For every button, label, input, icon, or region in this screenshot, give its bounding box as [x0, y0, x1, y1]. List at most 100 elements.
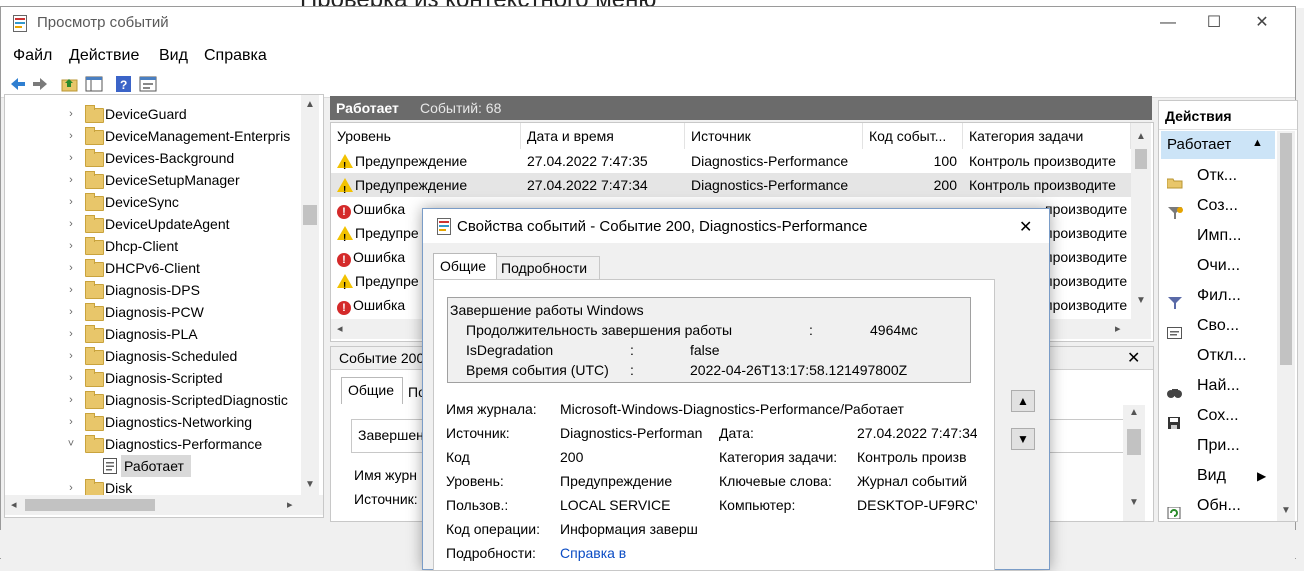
back-arrow-icon[interactable]	[9, 75, 27, 93]
log-name-value[interactable]: Microsoft-Windows-Diagnostics-Performanc…	[560, 401, 904, 417]
action-item[interactable]: Вид ▶	[1159, 461, 1279, 491]
up-folder-icon[interactable]	[61, 75, 79, 93]
chevron-right-icon[interactable]: ›	[65, 235, 77, 257]
menu-help[interactable]: Справка	[204, 47, 267, 65]
action-item[interactable]: Фил...	[1159, 281, 1279, 311]
chevron-right-icon[interactable]: ›	[65, 411, 77, 433]
tree-item[interactable]: › Dhcp-Client	[5, 235, 299, 257]
detail-close-button[interactable]: ✕	[1127, 348, 1140, 368]
tree-item[interactable]: › DeviceSetupManager	[5, 169, 299, 191]
action-item[interactable]: Най...	[1159, 371, 1279, 401]
actions-scrollbar[interactable]: ▼	[1277, 131, 1295, 521]
tree-item[interactable]: › Diagnosis-DPS	[5, 279, 299, 301]
chevron-right-icon[interactable]: ›	[65, 301, 77, 323]
forward-arrow-icon[interactable]	[31, 75, 49, 93]
tree-item[interactable]: ˅ Diagnostics-Performance	[5, 433, 299, 455]
dialog-tab-details[interactable]: Подробности	[501, 260, 587, 276]
tree-horizontal-scrollbar[interactable]: ◂ ▸	[5, 495, 323, 515]
maximize-button[interactable]: ☐	[1191, 7, 1237, 39]
tree-item-label: DeviceSetupManager	[105, 172, 240, 188]
help-icon[interactable]: ?	[115, 75, 133, 93]
dialog-tab-general[interactable]: Общие	[440, 258, 486, 274]
chevron-right-icon[interactable]: ›	[65, 103, 77, 125]
previous-event-button[interactable]: ▲	[1011, 390, 1035, 412]
tree-vertical-scrollbar[interactable]: ▲ ▼	[301, 95, 319, 495]
minimize-button[interactable]: —	[1145, 7, 1191, 39]
tree-item[interactable]: › DeviceManagement-Enterpris	[5, 125, 299, 147]
tree-item-label: Diagnostics-Performance	[105, 436, 263, 452]
chevron-right-icon[interactable]: ›	[65, 125, 77, 147]
list-vertical-scrollbar[interactable]: ▲ ▼	[1131, 123, 1151, 339]
event-category: производите	[1045, 201, 1128, 217]
folder-icon	[85, 237, 104, 255]
chevron-right-icon[interactable]: ›	[65, 147, 77, 169]
tree-item[interactable]: › Diagnosis-Scripted	[5, 367, 299, 389]
tree-item[interactable]: › Diagnosis-Scheduled	[5, 345, 299, 367]
column-task-category[interactable]: Категория задачи	[963, 123, 1131, 149]
collapse-up-icon[interactable]: ▲	[1252, 137, 1263, 149]
find-icon	[1167, 380, 1182, 398]
chevron-right-icon[interactable]: ›	[65, 323, 77, 345]
dialog-title-bar[interactable]: Свойства событий - Событие 200, Diagnost…	[423, 209, 1049, 243]
chevron-down-icon[interactable]: ˅	[65, 433, 77, 455]
tree-item[interactable]: › Diagnosis-ScriptedDiagnostic	[5, 389, 299, 411]
properties-icon[interactable]	[139, 75, 157, 93]
detail-source-label: Источник:	[354, 491, 418, 507]
detail-vertical-scrollbar[interactable]: ▲ ▼	[1123, 405, 1145, 521]
action-item[interactable]: Имп...	[1159, 221, 1279, 251]
column-level[interactable]: Уровень	[331, 123, 521, 149]
tree-item[interactable]: › DeviceSync	[5, 191, 299, 213]
tree-item[interactable]: › DeviceUpdateAgent	[5, 213, 299, 235]
action-item[interactable]: Сво...	[1159, 311, 1279, 341]
field-label: Подробности:	[446, 545, 536, 561]
action-item[interactable]: Обн...	[1159, 491, 1279, 521]
column-source[interactable]: Источник	[685, 123, 863, 149]
action-item[interactable]: Очи...	[1159, 251, 1279, 281]
chevron-right-icon[interactable]: ›	[65, 279, 77, 301]
tree-item[interactable]: › Diagnosis-PLA	[5, 323, 299, 345]
menu-view[interactable]: Вид	[159, 47, 188, 65]
event-date: 27.04.2022 7:47:34	[527, 177, 648, 193]
desc-value-event-time: 2022-04-26T13:17:58.121497800Z	[690, 362, 908, 378]
field-label: Источник:	[446, 425, 510, 441]
tree-item[interactable]: › DHCPv6-Client	[5, 257, 299, 279]
show-hide-tree-icon[interactable]	[85, 75, 103, 93]
chevron-right-icon[interactable]: ›	[65, 345, 77, 367]
chevron-right-icon[interactable]: ›	[65, 389, 77, 411]
column-date[interactable]: Дата и время	[521, 123, 685, 149]
tree-item[interactable]: › Devices-Background	[5, 147, 299, 169]
field-label: Код	[446, 449, 470, 465]
next-event-button[interactable]: ▼	[1011, 428, 1035, 450]
action-item[interactable]: При...	[1159, 431, 1279, 461]
chevron-right-icon[interactable]: ›	[65, 213, 77, 235]
chevron-right-icon[interactable]: ›	[65, 367, 77, 389]
tree-item[interactable]: Работает	[5, 455, 299, 477]
event-properties-icon	[437, 218, 451, 238]
action-label: Сво...	[1197, 317, 1240, 334]
column-event-code[interactable]: Код событ...	[863, 123, 963, 149]
tree-item[interactable]: › Diagnosis-PCW	[5, 301, 299, 323]
dialog-close-button[interactable]: ✕	[1019, 217, 1032, 237]
tree-item[interactable]: › DeviceGuard	[5, 103, 299, 125]
menu-action[interactable]: Действие	[69, 47, 139, 65]
tree-item-label: Работает	[124, 458, 184, 474]
action-item[interactable]: Отк...	[1159, 161, 1279, 191]
tree-item-label: DeviceManagement-Enterpris	[105, 128, 291, 144]
navigation-tree[interactable]: › DeviceGuard › DeviceManagement-Enterpris ›…	[4, 94, 324, 518]
menu-file[interactable]: Файл	[13, 47, 52, 65]
action-item[interactable]: Соз...	[1159, 191, 1279, 221]
chevron-right-icon[interactable]: ›	[65, 257, 77, 279]
chevron-right-icon[interactable]: ›	[65, 191, 77, 213]
chevron-right-icon[interactable]: ›	[65, 169, 77, 191]
event-row[interactable]: Предупреждение 27.04.2022 7:47:34 Diagnost…	[331, 173, 1131, 197]
help-link[interactable]: Справка в	[560, 545, 708, 561]
action-item[interactable]: Откл...	[1159, 341, 1279, 371]
folder-icon	[85, 259, 104, 277]
action-item[interactable]: Сох...	[1159, 401, 1279, 431]
detail-tab-general[interactable]: Общие	[348, 382, 394, 398]
title-bar[interactable]: Просмотр событий — ☐ ✕	[1, 7, 1295, 39]
tree-item[interactable]: › Diagnostics-Networking	[5, 411, 299, 433]
tree-item-label: Diagnosis-PCW	[105, 304, 204, 320]
event-row[interactable]: Предупреждение 27.04.2022 7:47:35 Diagnost…	[331, 149, 1131, 173]
close-button[interactable]: ✕	[1239, 7, 1285, 39]
